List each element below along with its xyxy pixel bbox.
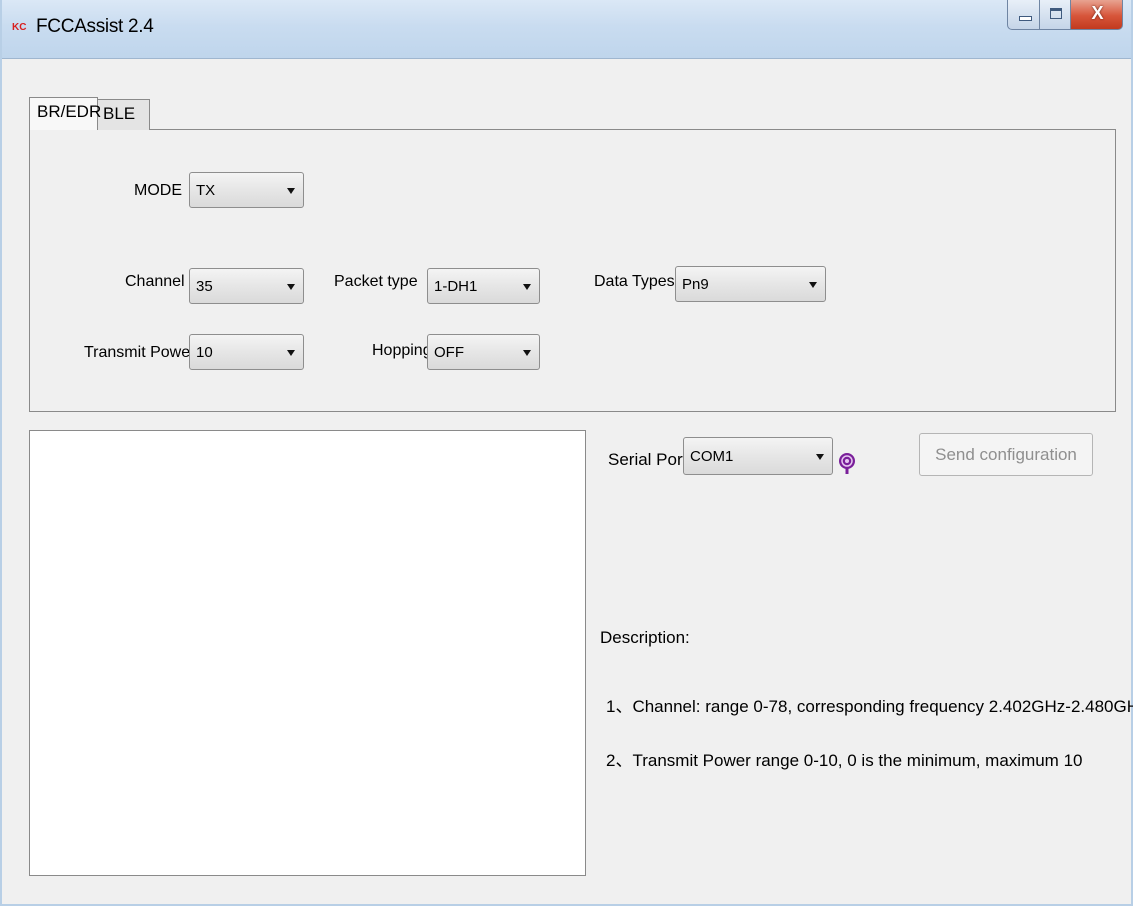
channel-label: Channel [125,273,185,290]
hopping-value: OFF [434,344,464,361]
connection-status-icon[interactable] [838,443,856,476]
transmit-power-select[interactable]: 10 [189,334,304,370]
serial-port-label: Serial Port [608,450,688,469]
main-window: KC FCCAssist 2.4 X BR/EDR BLE MODE TX Ch… [0,0,1133,906]
packet-type-label: Packet type [334,273,418,290]
data-types-label: Data Types [594,273,675,290]
log-output-area[interactable] [29,430,586,876]
hopping-label: Hopping [372,342,432,359]
mode-value: TX [196,182,216,199]
chevron-down-icon [287,188,295,194]
window-title: FCCAssist 2.4 [36,16,154,37]
transmit-power-label: Transmit Power [84,344,196,361]
tab-br-edr[interactable]: BR/EDR [29,97,101,130]
data-types-select[interactable]: Pn9 [675,266,826,302]
chevron-down-icon [523,350,531,356]
transmit-power-value: 10 [196,344,213,361]
serial-port-value: COM1 [690,448,734,465]
description-line: 2、Transmit Power range 0-10, 0 is the mi… [606,751,1083,770]
serial-port-select[interactable]: COM1 [683,437,833,475]
close-icon: X [1091,3,1104,23]
chevron-down-icon [287,284,295,290]
send-configuration-button[interactable]: Send configuration [919,433,1093,476]
maximize-button[interactable] [1039,0,1071,30]
maximize-icon [1050,8,1062,19]
chevron-down-icon [523,284,531,290]
channel-select[interactable]: 35 [189,268,304,304]
chevron-down-icon [809,282,817,288]
description-line: 1、Channel: range 0-78, corresponding fre… [606,697,1133,716]
app-icon: KC [12,22,27,33]
minimize-icon [1019,16,1032,21]
mode-label: MODE [134,182,182,199]
mode-select[interactable]: TX [189,172,304,208]
tab-panel-br-edr: MODE TX Channel 35 Packet type 1-DH1 Dat… [29,129,1116,412]
chevron-down-icon [287,350,295,356]
chevron-down-icon [816,454,824,460]
channel-value: 35 [196,278,213,295]
minimize-button[interactable] [1007,0,1040,30]
description-heading: Description: [600,628,690,647]
packet-type-select[interactable]: 1-DH1 [427,268,540,304]
title-bar[interactable]: KC FCCAssist 2.4 X [2,0,1131,59]
data-types-value: Pn9 [682,276,709,293]
packet-type-value: 1-DH1 [434,278,478,295]
hopping-select[interactable]: OFF [427,334,540,370]
close-button[interactable]: X [1070,0,1123,30]
tab-ble[interactable]: BLE [98,99,150,130]
